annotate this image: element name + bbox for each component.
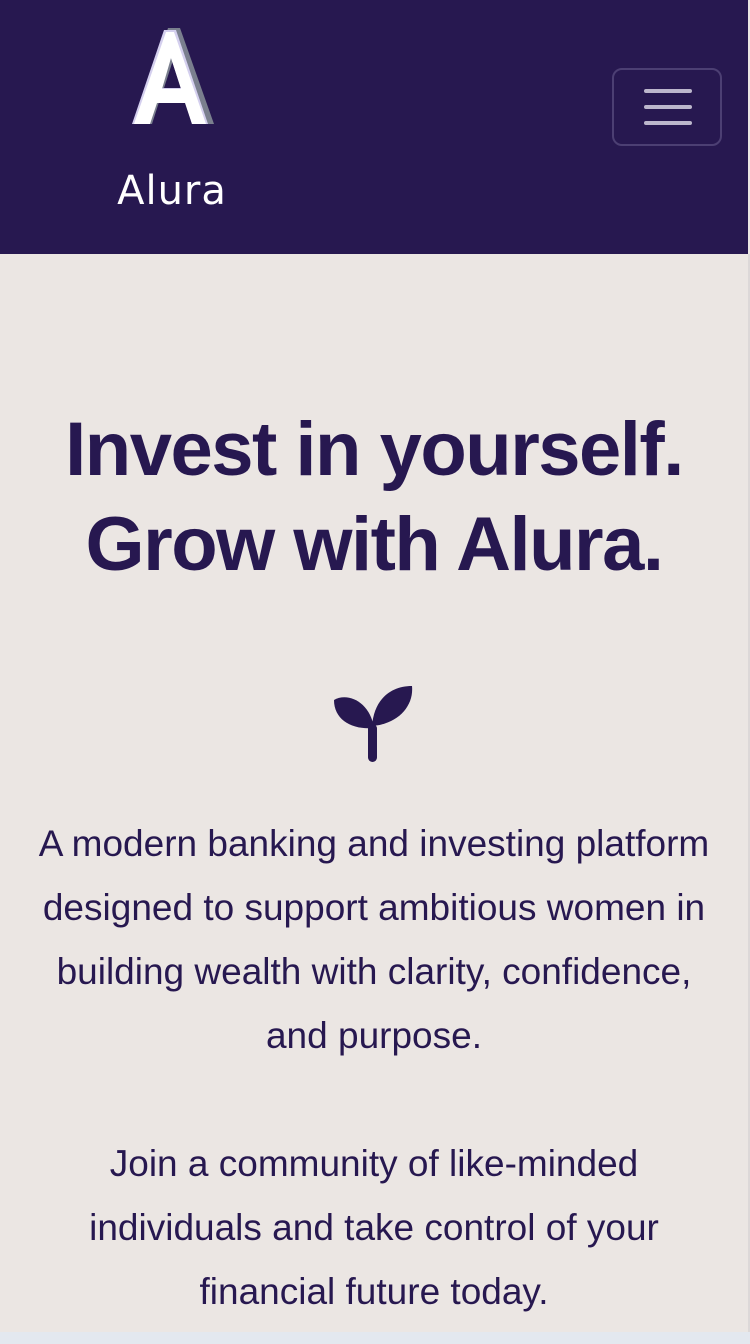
hero-title-line-2: Grow with Alura. bbox=[85, 502, 665, 587]
hero-community-text: Join a community of like-minded individu… bbox=[89, 1143, 659, 1312]
logo-link[interactable]: Alura bbox=[112, 24, 234, 214]
next-section-edge bbox=[0, 1332, 750, 1344]
sprout-icon bbox=[334, 686, 413, 762]
logo-text: Alura bbox=[117, 168, 227, 214]
alura-logo-icon bbox=[132, 28, 214, 124]
menu-toggle-button[interactable] bbox=[612, 68, 722, 146]
navbar: Alura bbox=[0, 0, 748, 254]
hero-description: A modern banking and investing platform … bbox=[38, 823, 710, 1056]
hero-title: Invest in yourself. Grow with Alura. bbox=[0, 402, 748, 592]
hero-title-line-1: Invest in yourself. bbox=[65, 407, 684, 492]
